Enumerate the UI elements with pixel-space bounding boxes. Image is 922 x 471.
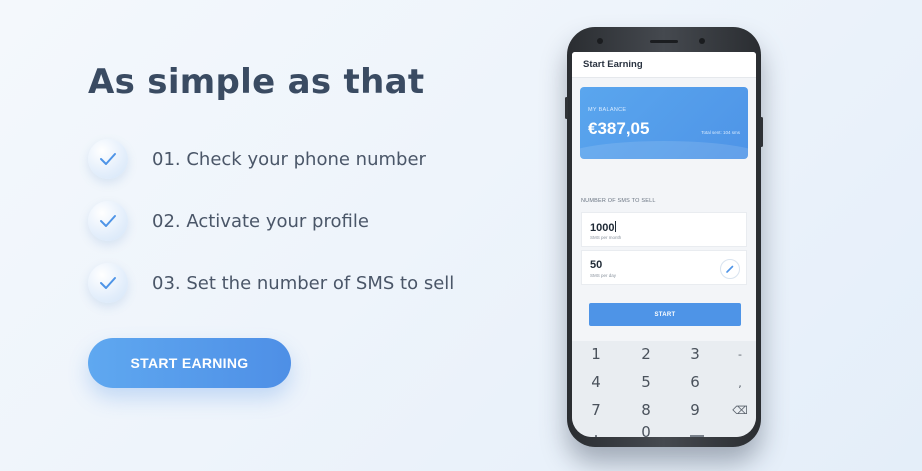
balance-amount: €387,05 [588,119,650,138]
start-earning-button[interactable]: START EARNING [88,338,291,388]
sms-section-label: NUMBER OF SMS TO SELL [581,198,656,204]
sensor-icon [699,38,705,44]
field-sublabel: SMS per day [590,273,617,278]
camera-icon [597,38,603,44]
volume-button [565,97,568,119]
speaker-grille [650,40,678,43]
step-item: 03. Set the number of SMS to sell [88,252,454,314]
numeric-keypad: 1 2 3 - 4 5 6 , 7 8 9 ⌫ . 0 [572,341,756,437]
key-8[interactable]: 8 [628,401,664,419]
balance-label: MY BALANCE [588,107,627,113]
backspace-icon[interactable]: ⌫ [722,404,756,417]
field-value: 50 [590,259,603,271]
key-1[interactable]: 1 [578,345,614,363]
key-dot[interactable]: . [578,423,614,437]
key-minus[interactable]: - [722,348,756,361]
step-label: 03. Set the number of SMS to sell [152,272,455,294]
step-item: 01. Check your phone number [88,128,454,190]
start-button[interactable]: START [589,303,741,326]
field-sublabel: SMS per month [590,235,622,240]
key-9[interactable]: 9 [677,401,713,419]
pencil-icon [726,265,734,273]
phone-mockup: Start Earning MY BALANCE €387,05 Total s… [565,27,763,447]
field-value: 1000 [590,221,617,234]
key-5[interactable]: 5 [628,373,664,391]
check-icon [88,263,128,303]
key-6[interactable]: 6 [677,373,713,391]
key-0[interactable]: 0 [628,423,664,437]
power-button [760,117,763,147]
sms-per-month-field[interactable]: 1000 SMS per month [581,212,747,247]
key-3[interactable]: 3 [677,345,713,363]
step-label: 02. Activate your profile [152,210,369,232]
home-indicator [690,435,704,437]
sms-per-day-field[interactable]: 50 SMS per day [581,250,747,285]
key-7[interactable]: 7 [578,401,614,419]
text-cursor [615,221,617,232]
edit-button[interactable] [720,259,740,279]
check-icon [88,201,128,241]
step-label: 01. Check your phone number [152,148,426,170]
balance-card: MY BALANCE €387,05 Total sent: 104 sms [580,87,748,159]
phone-screen: Start Earning MY BALANCE €387,05 Total s… [572,52,756,437]
key-2[interactable]: 2 [628,345,664,363]
key-comma[interactable]: , [722,377,756,390]
balance-note: Total sent: 104 sms [701,130,740,135]
steps-list: 01. Check your phone number 02. Activate… [88,128,454,314]
page-title: As simple as that [88,62,425,102]
app-bar-title: Start Earning [572,52,756,78]
step-item: 02. Activate your profile [88,190,454,252]
check-icon [88,139,128,179]
key-4[interactable]: 4 [578,373,614,391]
